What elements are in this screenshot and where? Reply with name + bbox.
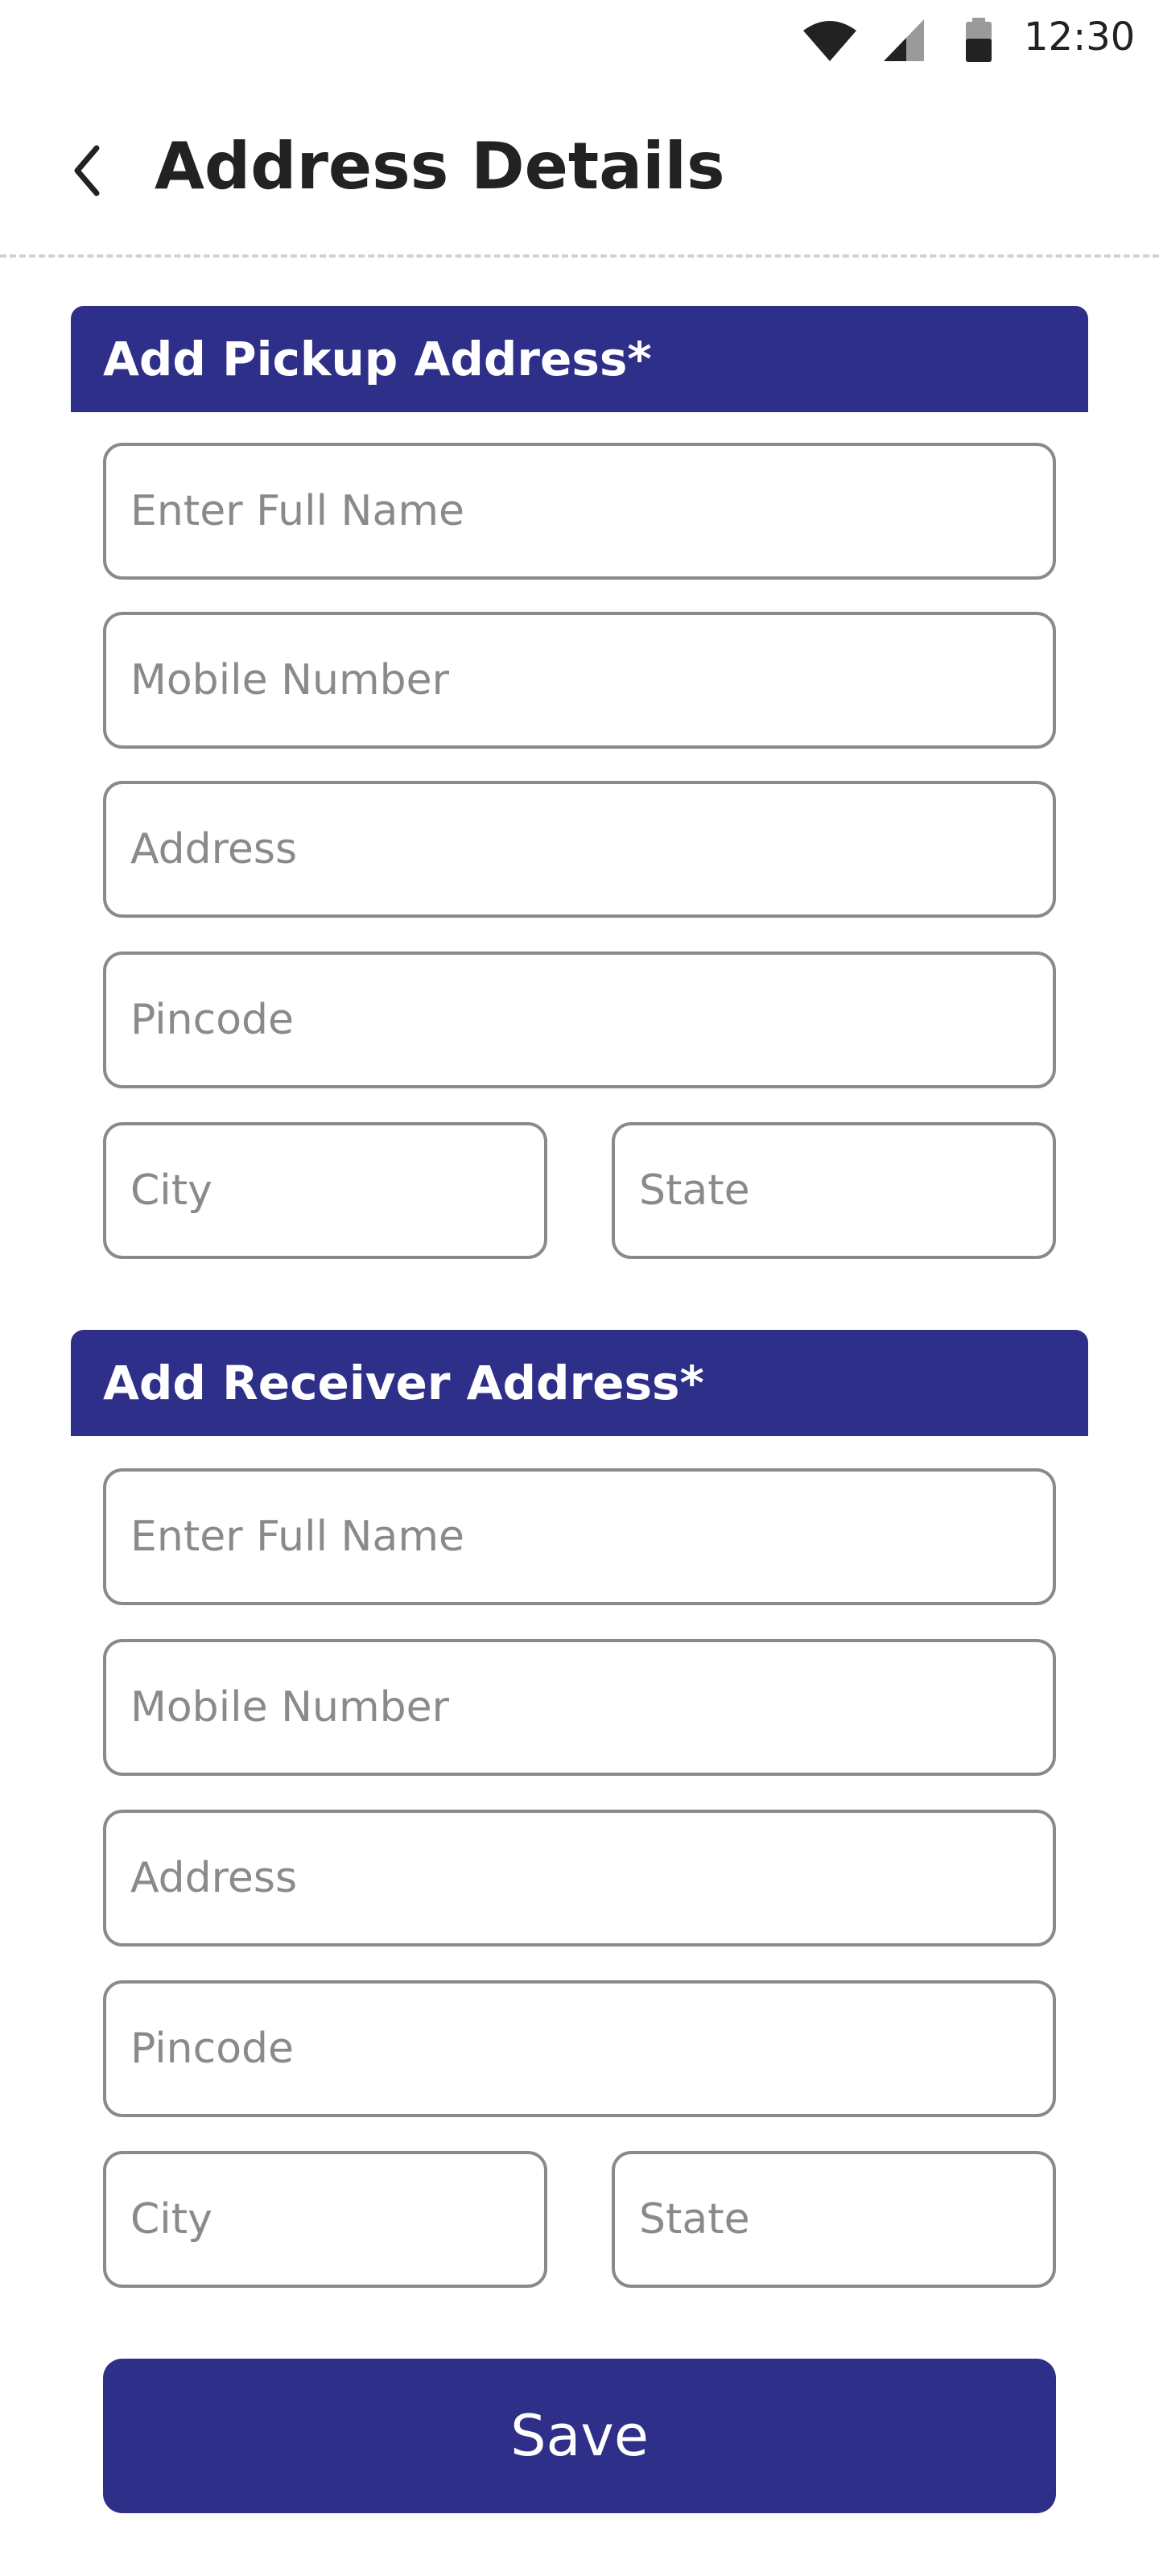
- back-button[interactable]: [60, 138, 124, 203]
- battery-icon: [966, 18, 992, 62]
- status-bar: 12:30: [0, 0, 1159, 77]
- pickup-section-header: Add Pickup Address*: [71, 306, 1088, 412]
- app-header: Address Details: [0, 97, 1159, 233]
- pickup-address-input[interactable]: [103, 781, 1056, 918]
- pickup-full-name-input[interactable]: [103, 443, 1056, 580]
- chevron-left-icon: [74, 145, 100, 196]
- pickup-pincode-input[interactable]: [103, 952, 1056, 1088]
- receiver-section-header: Add Receiver Address*: [71, 1330, 1088, 1436]
- receiver-pincode-input[interactable]: [103, 1980, 1056, 2117]
- receiver-address-input[interactable]: [103, 1810, 1056, 1946]
- pickup-state-input[interactable]: [612, 1122, 1056, 1259]
- receiver-state-input[interactable]: [612, 2151, 1056, 2288]
- page-title: Address Details: [155, 129, 725, 204]
- wifi-icon: [803, 21, 856, 61]
- save-button[interactable]: Save: [103, 2359, 1056, 2513]
- receiver-full-name-input[interactable]: [103, 1468, 1056, 1605]
- pickup-mobile-input[interactable]: [103, 612, 1056, 749]
- status-time: 12:30: [1024, 14, 1136, 60]
- pickup-city-input[interactable]: [103, 1122, 547, 1259]
- receiver-mobile-input[interactable]: [103, 1639, 1056, 1776]
- receiver-city-input[interactable]: [103, 2151, 547, 2288]
- signal-icon: [884, 19, 924, 61]
- header-divider: [0, 254, 1159, 258]
